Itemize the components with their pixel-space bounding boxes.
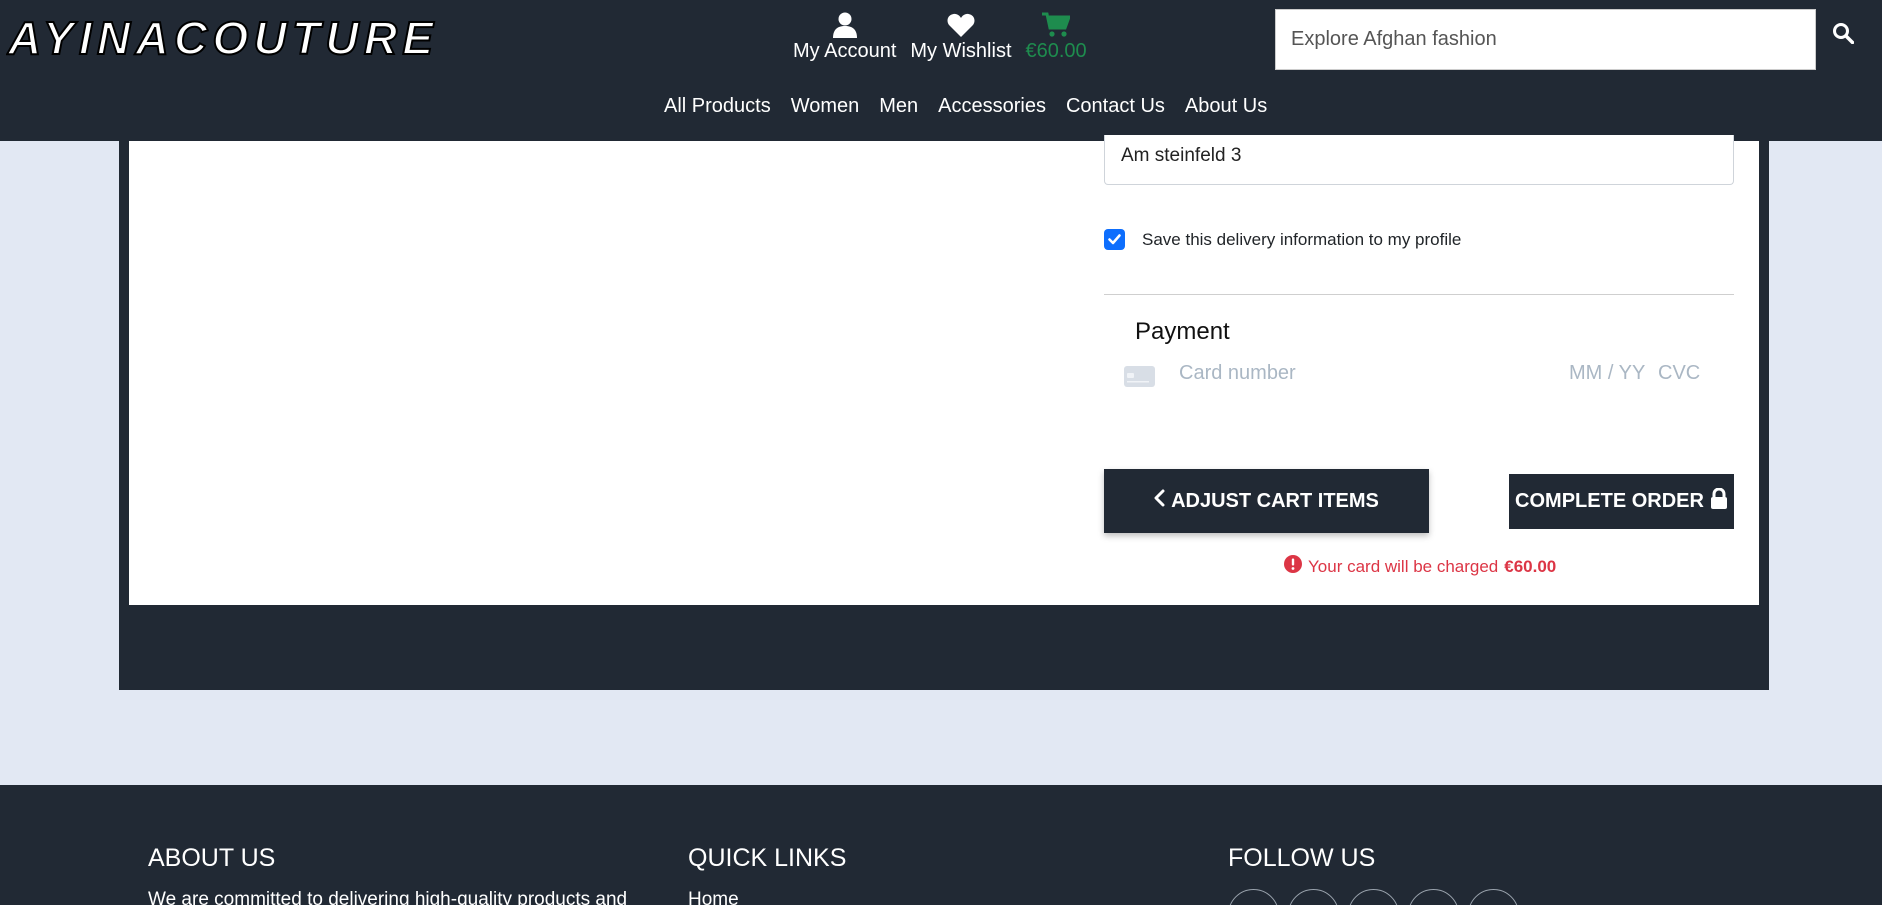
social-icon[interactable] xyxy=(1288,889,1339,905)
nav-men[interactable]: Men xyxy=(879,95,918,118)
card-element xyxy=(1124,362,1712,392)
street-address-field[interactable]: Am steinfeld 3 xyxy=(1104,135,1734,185)
adjust-cart-label: ADJUST CART ITEMS xyxy=(1171,489,1379,512)
footer-follow-title: FOLLOW US xyxy=(1228,844,1376,872)
social-links xyxy=(1228,889,1519,905)
search-icon xyxy=(1832,23,1855,48)
alert-circle-icon xyxy=(1284,555,1302,578)
search-box xyxy=(1275,9,1816,70)
social-icon[interactable] xyxy=(1228,889,1279,905)
nav-accessories[interactable]: Accessories xyxy=(938,95,1046,118)
main-nav: All Products Women Men Accessories Conta… xyxy=(664,95,1267,118)
nav-all-products[interactable]: All Products xyxy=(664,95,771,118)
card-cvc-input[interactable] xyxy=(1658,362,1712,385)
complete-order-button[interactable]: COMPLETE ORDER xyxy=(1509,474,1734,529)
payment-title: Payment xyxy=(1135,318,1230,345)
save-info-checkbox[interactable] xyxy=(1104,229,1125,250)
social-icon[interactable] xyxy=(1408,889,1459,905)
search-button[interactable] xyxy=(1832,22,1862,52)
my-account-link[interactable]: My Account xyxy=(793,10,896,63)
social-icon[interactable] xyxy=(1468,889,1519,905)
my-wishlist-link[interactable]: My Wishlist xyxy=(910,10,1012,63)
my-account-label: My Account xyxy=(793,40,897,62)
nav-women[interactable]: Women xyxy=(791,95,860,118)
user-icon xyxy=(832,10,857,40)
footer-about-text: We are committed to delivering high-qual… xyxy=(148,889,628,905)
charge-amount: €60.00 xyxy=(1504,556,1557,576)
header-actions: My Account My Wishlist €60.00 xyxy=(793,10,1087,63)
card-expiry-input[interactable] xyxy=(1569,362,1651,385)
credit-card-icon xyxy=(1124,366,1155,392)
save-info-row: Save this delivery information to my pro… xyxy=(1104,229,1461,250)
heart-icon xyxy=(947,10,975,40)
footer-about-title: ABOUT US xyxy=(148,844,276,872)
adjust-cart-button[interactable]: ADJUST CART ITEMS xyxy=(1104,469,1429,533)
cart-icon xyxy=(1042,10,1071,40)
complete-order-label: COMPLETE ORDER xyxy=(1515,490,1704,512)
section-divider xyxy=(1104,294,1734,295)
card-number-input[interactable] xyxy=(1179,362,1539,385)
save-info-label: Save this delivery information to my pro… xyxy=(1142,229,1462,249)
nav-about-us[interactable]: About Us xyxy=(1185,95,1267,118)
footer-link-home[interactable]: Home xyxy=(688,889,739,905)
street-address-value: Am steinfeld 3 xyxy=(1121,145,1242,166)
logo-text: AYINACOUTURE xyxy=(7,14,434,62)
nav-contact-us[interactable]: Contact Us xyxy=(1066,95,1165,118)
charge-notice-text: Your card will be charged xyxy=(1308,556,1499,576)
cart-total: €60.00 xyxy=(1025,40,1087,62)
site-footer: ABOUT US We are committed to delivering … xyxy=(0,785,1882,905)
site-header: AYINACOUTURE My Account My Wishlist €60.… xyxy=(0,0,1882,141)
chevron-left-icon xyxy=(1154,489,1165,513)
cart-link[interactable]: €60.00 xyxy=(1026,10,1087,63)
charge-notice: Your card will be charged €60.00 xyxy=(1284,555,1556,578)
social-icon[interactable] xyxy=(1348,889,1399,905)
search-input[interactable] xyxy=(1291,28,1815,51)
checkmark-icon xyxy=(1108,234,1121,245)
site-logo[interactable]: AYINACOUTURE xyxy=(6,14,436,62)
footer-links-title: QUICK LINKS xyxy=(688,844,847,872)
my-wishlist-label: My Wishlist xyxy=(910,40,1012,62)
lock-icon xyxy=(1710,487,1728,515)
